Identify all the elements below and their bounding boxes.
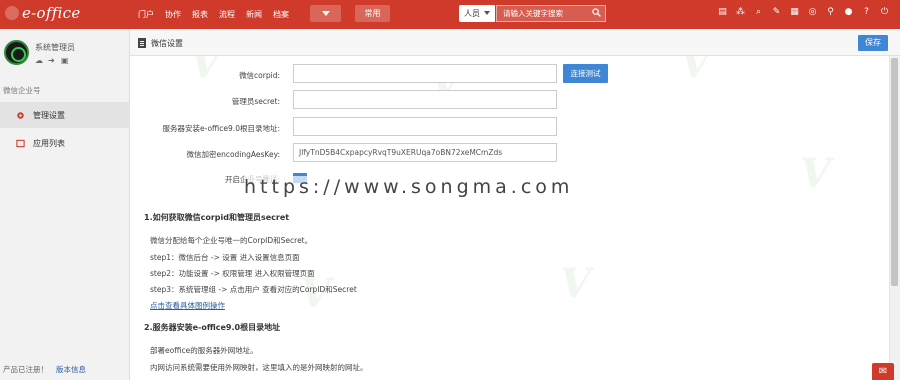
logo-icon bbox=[5, 6, 19, 20]
search-icon[interactable]: ⌕ bbox=[753, 7, 764, 18]
connection-test-button[interactable]: 连接测试 bbox=[563, 64, 608, 83]
search-scope-value: 人员 bbox=[464, 9, 480, 18]
search-input[interactable]: 请输入关键字搜索 bbox=[496, 5, 606, 22]
nav-item-news[interactable]: 新闻 bbox=[246, 9, 262, 20]
nav-item-portal[interactable]: 门户 bbox=[138, 9, 154, 20]
address-field[interactable] bbox=[293, 117, 557, 136]
section-line: 内网访问系统需要使用外网映射，这里填入的是外网映射的网址。 bbox=[150, 363, 368, 372]
aeskey-label: 微信加密encodingAesKey: bbox=[186, 150, 280, 159]
gear-icon bbox=[16, 111, 25, 120]
site-watermark: https://www.songma.com bbox=[244, 176, 574, 198]
common-button[interactable]: 常用 bbox=[355, 5, 390, 22]
section-line: 微信分配给每个企业号唯一的CorpID和Secret。 bbox=[150, 236, 313, 245]
chevron-down-icon bbox=[321, 11, 330, 16]
nav-item-workflow[interactable]: 流程 bbox=[219, 9, 235, 20]
document-icon bbox=[138, 38, 146, 48]
compass-icon[interactable]: ◎ bbox=[807, 7, 818, 18]
nav-item-archive[interactable]: 档案 bbox=[273, 9, 289, 20]
section-line: step1：微信后台 -> 设置 进入设置信息页面 bbox=[150, 253, 300, 262]
app-logo[interactable]: e-office bbox=[22, 4, 81, 22]
background-watermark: V bbox=[800, 150, 832, 197]
corpid-label: 微信corpid: bbox=[239, 71, 280, 80]
chevron-down-icon bbox=[484, 11, 490, 15]
file-icon[interactable]: ▤ bbox=[717, 7, 728, 18]
help-icon[interactable]: ? bbox=[861, 7, 872, 18]
save-button[interactable]: 保存 bbox=[858, 35, 888, 51]
aeskey-field[interactable]: JlfyTnD5B4CxpapcyRvqT9uXERUqa7oBN72xeMCm… bbox=[293, 143, 557, 162]
power-icon[interactable]: ⏻ bbox=[879, 7, 890, 18]
more-menu-button[interactable] bbox=[310, 5, 341, 22]
version-info-link[interactable]: 版本信息 bbox=[56, 365, 86, 374]
mail-icon[interactable]: ✉ bbox=[872, 363, 894, 380]
top-toolbar: ▤ ⁂ ⌕ ✎ ▦ ◎ ⚲ ● ? ⏻ bbox=[717, 7, 890, 18]
section-line: step3：系统管理组 -> 点击用户 查看对应的CorpID和Secret bbox=[150, 285, 357, 294]
main-nav: 门户 协作 报表 流程 新闻 档案 bbox=[138, 9, 300, 20]
cloud-icon[interactable]: ☁ bbox=[35, 57, 43, 65]
location-icon[interactable]: ⚲ bbox=[825, 7, 836, 18]
section-line: 部署eoffice的服务器外网地址。 bbox=[150, 346, 258, 355]
avatar[interactable] bbox=[4, 40, 29, 65]
section-line: step2：功能设置 -> 权限管理 进入权限管理页面 bbox=[150, 269, 315, 278]
username: 系统管理员 bbox=[35, 43, 75, 52]
top-bar: e-office 门户 协作 报表 流程 新闻 档案 常用 人员 请输入关键字搜… bbox=[0, 0, 900, 29]
user-icon[interactable]: ● bbox=[843, 7, 854, 18]
lock-icon[interactable]: ▣ bbox=[61, 57, 69, 65]
page-title: 微信设置 bbox=[151, 39, 183, 48]
sidebar-footer: 产品已注册！ 版本信息 bbox=[3, 364, 86, 375]
user-actions: ☁ ➜ ▣ bbox=[35, 57, 69, 65]
nav-item-reports[interactable]: 报表 bbox=[192, 9, 208, 20]
section-title: 1.如何获取微信corpid和管理员secret bbox=[144, 213, 290, 222]
list-icon bbox=[16, 139, 25, 148]
scrollbar-thumb[interactable] bbox=[891, 58, 898, 286]
sidebar: 系统管理员 ☁ ➜ ▣ 微信企业号 管理设置 应用列表 产品已注册！ 版本信息 bbox=[0, 29, 130, 380]
registration-status: 产品已注册！ bbox=[3, 365, 48, 374]
sidebar-item-label: 管理设置 bbox=[33, 110, 65, 120]
grid-icon[interactable]: ▦ bbox=[789, 7, 800, 18]
background-watermark: V bbox=[560, 260, 592, 307]
search-icon[interactable] bbox=[592, 8, 601, 17]
sitemap-icon[interactable]: ⁂ bbox=[735, 7, 746, 18]
edit-icon[interactable]: ✎ bbox=[771, 7, 782, 18]
view-example-link[interactable]: 点击查看具体图例操作 bbox=[150, 300, 225, 311]
search-scope-select[interactable]: 人员 bbox=[459, 5, 495, 22]
secret-field[interactable] bbox=[293, 90, 557, 109]
secret-label: 管理员secret: bbox=[231, 97, 280, 106]
logout-icon[interactable]: ➜ bbox=[48, 57, 56, 65]
section-title: 2.服务器安装e-office9.0根目录地址 bbox=[144, 323, 281, 332]
page-header: 微信设置 保存 bbox=[130, 29, 900, 56]
sidebar-item-label: 应用列表 bbox=[33, 138, 65, 148]
sidebar-group-title: 微信企业号 bbox=[3, 86, 41, 95]
corpid-field[interactable] bbox=[293, 64, 557, 83]
nav-item-collab[interactable]: 协作 bbox=[165, 9, 181, 20]
address-label: 服务器安装e-office9.0根目录地址: bbox=[162, 124, 281, 133]
